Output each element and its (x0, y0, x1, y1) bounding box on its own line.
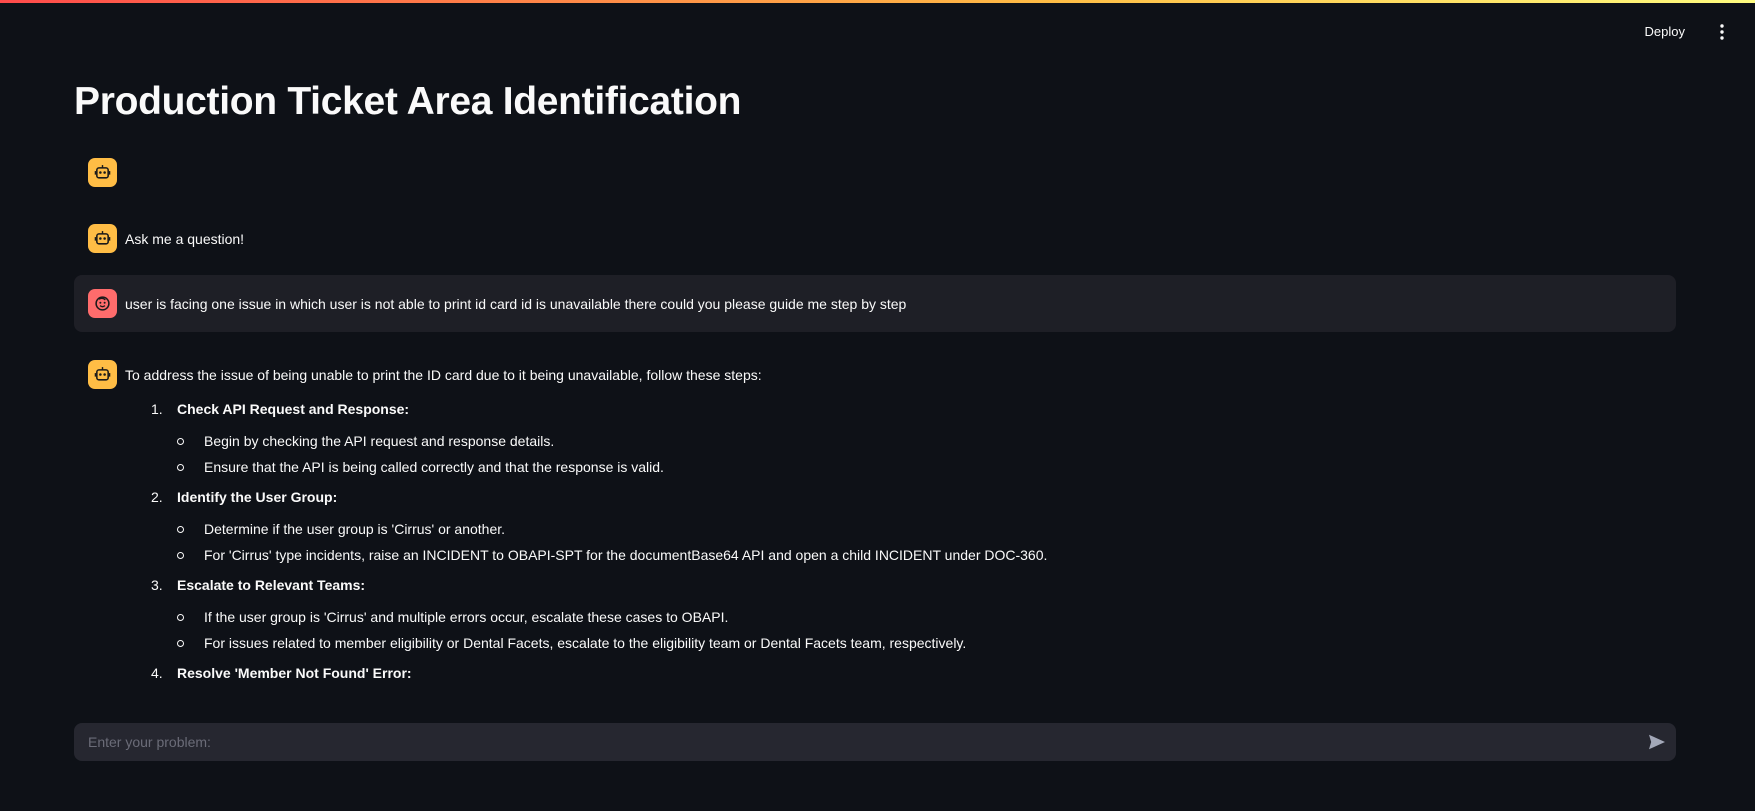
step-title: 3. Escalate to Relevant Teams: (151, 575, 1047, 595)
top-decoration-bar (0, 0, 1755, 3)
chat-message-user: user is facing one issue in which user i… (74, 275, 1676, 332)
bot-icon (88, 360, 117, 389)
step-item: 3. Escalate to Relevant Teams: If the us… (125, 575, 1047, 653)
bot-icon (88, 158, 117, 187)
answer-intro: To address the issue of being unable to … (125, 367, 762, 383)
step-title-text: Check API Request and Response: (177, 401, 410, 417)
bullet-item: Begin by checking the API request and re… (177, 431, 1047, 451)
step-bullets: Begin by checking the API request and re… (177, 431, 1047, 477)
face-icon (88, 289, 117, 318)
step-title-text: Escalate to Relevant Teams: (177, 577, 366, 593)
step-item: 2. Identify the User Group: Determine if… (125, 487, 1047, 565)
steps-list: 1. Check API Request and Response: Begin… (125, 399, 1047, 683)
bullet-item: For 'Cirrus' type incidents, raise an IN… (177, 545, 1047, 565)
step-number: 2. (151, 489, 163, 505)
bullet-item: If the user group is 'Cirrus' and multip… (177, 607, 1047, 627)
message-text: Ask me a question! (125, 231, 245, 247)
step-title-text: Resolve 'Member Not Found' Error: (177, 665, 412, 681)
bullet-item: Determine if the user group is 'Cirrus' … (177, 519, 1047, 539)
page-title: Production Ticket Area Identification (74, 80, 742, 123)
step-bullets: If the user group is 'Cirrus' and multip… (177, 607, 1047, 653)
step-title: 1. Check API Request and Response: (151, 399, 1047, 419)
kebab-vertical-icon[interactable] (1713, 21, 1731, 43)
step-title: 2. Identify the User Group: (151, 487, 1047, 507)
step-title: 4. Resolve 'Member Not Found' Error: (151, 663, 1047, 683)
chat-message-assistant: Ask me a question! (74, 224, 1676, 253)
chat-message-assistant: To address the issue of being unable to … (74, 360, 1676, 683)
chat-area[interactable]: Ask me a question! user is facing one is… (74, 158, 1676, 710)
step-number: 1. (151, 401, 163, 417)
deploy-button[interactable]: Deploy (1637, 20, 1693, 43)
header-actions: Deploy (1637, 20, 1731, 43)
step-item: 4. Resolve 'Member Not Found' Error: (125, 663, 1047, 683)
answer-content: To address the issue of being unable to … (125, 360, 1047, 683)
chat-message-assistant (74, 158, 1676, 187)
chat-input[interactable] (74, 723, 1638, 761)
chat-input-container (74, 723, 1676, 761)
step-number: 4. (151, 665, 163, 681)
bullet-item: For issues related to member eligibility… (177, 633, 1047, 653)
message-text: user is facing one issue in which user i… (125, 296, 907, 312)
step-item: 1. Check API Request and Response: Begin… (125, 399, 1047, 477)
step-number: 3. (151, 577, 163, 593)
bot-icon (88, 224, 117, 253)
bullet-item: Ensure that the API is being called corr… (177, 457, 1047, 477)
step-bullets: Determine if the user group is 'Cirrus' … (177, 519, 1047, 565)
step-title-text: Identify the User Group: (177, 489, 338, 505)
send-icon[interactable] (1638, 723, 1676, 761)
